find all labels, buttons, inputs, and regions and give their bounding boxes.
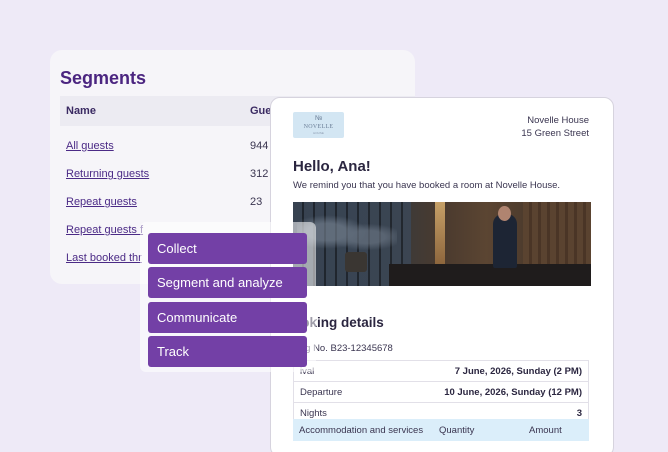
hotel-lobby-photo (293, 202, 591, 286)
email-preview: № NOVELLE HOUSE Novelle House 15 Green S… (270, 97, 614, 452)
menu-item-segment-and-analyze[interactable]: Segment and analyze (148, 267, 307, 298)
menu-item-communicate[interactable]: Communicate (148, 302, 307, 333)
segment-count: 312 (250, 168, 269, 180)
booking-details-table: ival 7 June, 2026, Sunday (2 PM) Departu… (293, 360, 589, 425)
logo-text: NOVELLE (303, 124, 334, 130)
address-line-1: Novelle House (527, 115, 589, 126)
segments-title: Segments (60, 68, 147, 88)
segment-link-repeat-guests[interactable]: Repeat guests (66, 196, 137, 208)
greeting: Hello, Ana! (293, 158, 371, 175)
detail-value: 10 June, 2026, Sunday (12 PM) (444, 387, 582, 398)
segment-link-returning-guests[interactable]: Returning guests (66, 168, 149, 180)
logo-subtext: HOUSE (313, 131, 324, 135)
header-amount: Amount (529, 425, 562, 436)
header-quantity: Quantity (439, 425, 475, 436)
menu-item-collect[interactable]: Collect (148, 233, 307, 264)
table-row: Departure 10 June, 2026, Sunday (12 PM) (294, 382, 588, 403)
segment-count: 23 (250, 196, 263, 208)
segment-count: 944 (250, 140, 269, 152)
header-name: Name (66, 105, 96, 117)
photo-receptionist (493, 214, 517, 268)
photo-receptionist-head (498, 206, 511, 221)
services-table-header: Accommodation and services Quantity Amou… (293, 419, 589, 441)
table-row: ival 7 June, 2026, Sunday (2 PM) (294, 361, 588, 382)
detail-label: Nights (300, 408, 327, 419)
logo-mark-icon: № (315, 115, 323, 122)
photo-chair (345, 252, 367, 272)
segment-link-all-guests[interactable]: All guests (66, 140, 114, 152)
photo-reception-desk (389, 264, 591, 286)
segment-link-repeat-guests-filtered[interactable]: Repeat guests f (66, 224, 143, 236)
address-line-2: 15 Green Street (521, 128, 589, 139)
header-guests: Gue (250, 105, 272, 117)
detail-label: Departure (300, 387, 343, 398)
detail-value: 3 (576, 408, 582, 419)
hotel-address: Novelle House 15 Green Street (521, 114, 589, 140)
hotel-logo-icon: № NOVELLE HOUSE (293, 112, 344, 138)
segment-link-last-booked[interactable]: Last booked thr (66, 252, 142, 264)
reminder-message: We remind you that you have booked a roo… (293, 180, 561, 191)
menu-item-track[interactable]: Track (148, 336, 307, 367)
header-accommodation: Accommodation and services (299, 425, 424, 436)
detail-value: 7 June, 2026, Sunday (2 PM) (454, 366, 582, 377)
